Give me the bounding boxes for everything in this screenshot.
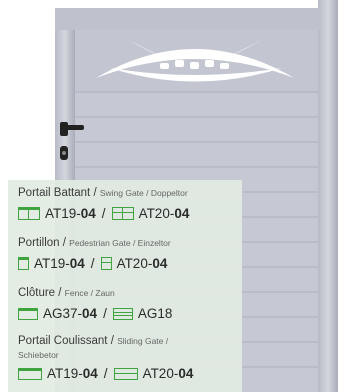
double-swing-striped-icon <box>111 207 134 220</box>
model-row-fence: AG37- 04 / AG18 <box>18 306 172 321</box>
separator: / <box>103 366 108 381</box>
right-post <box>318 0 338 392</box>
model-suffix: 04 <box>178 366 194 381</box>
product-translations: Swing Gate / Doppeltor <box>99 188 188 198</box>
top-rail <box>55 8 320 30</box>
product-title-sliding-gate: Portail Coulissant / Sliding Gate / <box>18 335 169 347</box>
model-suffix: 04 <box>69 256 85 271</box>
product-name: Portillon <box>18 237 60 249</box>
sliding-gate-icon <box>18 367 42 380</box>
model-code: AT20- <box>138 206 175 221</box>
gate-lock <box>60 146 68 160</box>
model-suffix: 04 <box>174 206 190 221</box>
model-code: AT19- <box>45 206 81 221</box>
model-suffix: 04 <box>80 206 96 221</box>
separator: / <box>90 256 95 271</box>
product-title-pedestrian-gate: Portillon / Pedestrian Gate / Einzeltor <box>18 237 171 249</box>
product-translations: Pedestrian Gate / Einzeltor <box>69 238 171 248</box>
model-row-swing-gate: AT19- 04 / AT20- 04 <box>18 206 189 221</box>
model-row-sliding-gate: AT19- 04 / AT20- 04 <box>18 366 193 381</box>
model-code: AT20- <box>116 256 153 271</box>
product-title-fence: Clôture / Fence / Zaun <box>18 287 115 299</box>
model-suffix: 04 <box>152 256 168 271</box>
model-code: AT19- <box>34 256 70 271</box>
product-name: Clôture <box>18 287 56 299</box>
separator: / <box>103 306 107 321</box>
separator: / <box>101 206 106 221</box>
single-gate-striped-icon <box>100 257 112 270</box>
product-name: Portail Battant <box>18 187 91 199</box>
product-translations-line1: Sliding Gate / <box>117 336 169 346</box>
model-code: AG37- <box>43 306 83 321</box>
product-translations-line2: Schiebetor <box>18 350 59 360</box>
fence-icon <box>18 307 38 320</box>
sliding-gate-striped-icon <box>113 367 138 380</box>
product-title-swing-gate: Portail Battant / Swing Gate / Doppeltor <box>18 187 188 199</box>
product-translations: Fence / Zaun <box>64 288 115 298</box>
product-translations-line2-row: Schiebetor <box>18 349 59 361</box>
decorative-panel <box>75 30 318 92</box>
model-row-pedestrian-gate: AT19- 04 / AT20- 04 <box>18 256 167 271</box>
single-gate-icon <box>18 257 29 270</box>
double-swing-icon <box>18 207 40 220</box>
model-suffix: 04 <box>82 366 98 381</box>
model-code: AG18 <box>137 306 173 321</box>
model-suffix: 04 <box>82 306 98 321</box>
model-code: AT20- <box>142 366 179 381</box>
model-code: AT19- <box>47 366 83 381</box>
fence-striped-icon <box>112 307 133 320</box>
product-name: Portail Coulissant <box>18 335 108 347</box>
